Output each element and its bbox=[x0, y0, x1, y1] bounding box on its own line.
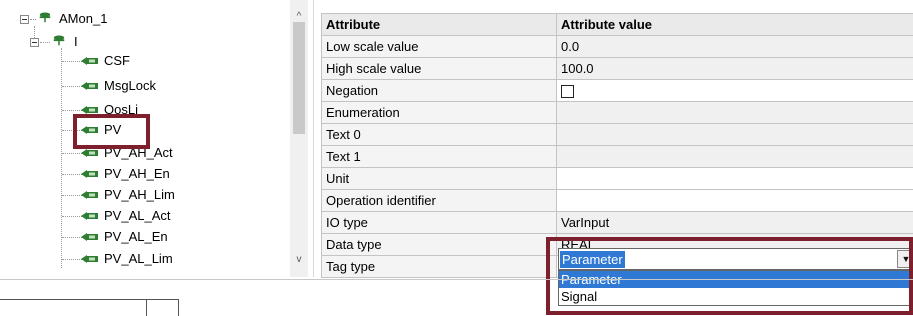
attribute-value-column-header[interactable]: Attribute value bbox=[557, 14, 913, 36]
tree-node-label: PV_AH_Act bbox=[104, 143, 173, 163]
attribute-value[interactable] bbox=[557, 190, 913, 212]
bottom-panel-stub bbox=[0, 299, 179, 315]
attribute-name: Text 0 bbox=[322, 124, 557, 146]
table-row[interactable]: Operation identifier bbox=[322, 190, 913, 212]
tree-node-pv-ah-en[interactable]: PV_AH_En bbox=[0, 164, 220, 184]
tree-node-label: PV_AL_Lim bbox=[104, 249, 173, 269]
tag-type-option-signal[interactable]: Signal bbox=[559, 288, 913, 305]
input-pin-icon bbox=[81, 80, 99, 92]
tree-pane: AMon_1 I CSF MsgLock bbox=[0, 0, 314, 277]
input-pin-icon bbox=[81, 189, 99, 201]
attribute-name: Unit bbox=[322, 168, 557, 190]
tree-node-label: PV_AL_Act bbox=[104, 206, 171, 226]
attribute-value[interactable] bbox=[557, 124, 913, 146]
tree-node-label: PV_AH_Lim bbox=[104, 185, 175, 205]
attribute-name: Data type bbox=[322, 234, 557, 256]
table-row[interactable]: Negation bbox=[322, 80, 913, 102]
tree-guide-line bbox=[62, 259, 82, 260]
column-divider bbox=[178, 300, 179, 316]
tree-guide-line bbox=[62, 130, 82, 131]
attribute-value[interactable]: 0.0 bbox=[557, 36, 913, 58]
attribute-column-header[interactable]: Attribute bbox=[322, 14, 557, 36]
tree-node-label: CSF bbox=[104, 51, 130, 71]
attribute-name: IO type bbox=[322, 212, 557, 234]
pane-divider bbox=[0, 279, 913, 280]
table-row[interactable]: Enumeration bbox=[322, 102, 913, 124]
tree-node-label: PV bbox=[104, 120, 121, 140]
negation-value[interactable] bbox=[557, 80, 913, 102]
tree-scrollbar[interactable]: ^ v bbox=[290, 0, 308, 277]
tree-node-csf[interactable]: CSF bbox=[0, 51, 220, 71]
tree-guide-line bbox=[62, 174, 82, 175]
attribute-name: Text 1 bbox=[322, 146, 557, 168]
tree-node-pv-ah-lim[interactable]: PV_AH_Lim bbox=[0, 185, 220, 205]
tree-node-pv-ah-act[interactable]: PV_AH_Act bbox=[0, 143, 220, 163]
attribute-name: Operation identifier bbox=[322, 190, 557, 212]
attribute-name: Enumeration bbox=[322, 102, 557, 124]
table-row[interactable]: IO type VarInput bbox=[322, 212, 913, 234]
tree-node-pv-al-en[interactable]: PV_AL_En bbox=[0, 227, 220, 247]
tree-guide-line bbox=[62, 195, 82, 196]
input-pin-icon bbox=[81, 210, 99, 222]
tree-guide-line bbox=[62, 237, 82, 238]
attribute-value[interactable] bbox=[557, 102, 913, 124]
input-pin-icon bbox=[81, 253, 99, 265]
tree-node-label: MsgLock bbox=[104, 76, 156, 96]
column-divider bbox=[146, 300, 147, 316]
attribute-value[interactable] bbox=[557, 168, 913, 190]
block-icon bbox=[36, 11, 54, 23]
tag-type-selected-value: Parameter bbox=[560, 251, 625, 268]
table-row[interactable]: High scale value 100.0 bbox=[322, 58, 913, 80]
tree-node-label: PV_AH_En bbox=[104, 164, 170, 184]
tree-node-i[interactable]: I bbox=[0, 32, 220, 52]
attribute-value[interactable]: 100.0 bbox=[557, 58, 913, 80]
input-pin-icon bbox=[81, 168, 99, 180]
attribute-name: Negation bbox=[322, 80, 557, 102]
scroll-down-icon[interactable]: v bbox=[290, 251, 308, 269]
tree-guide-line bbox=[62, 86, 82, 87]
grid-header-row: Attribute Attribute value bbox=[322, 14, 913, 36]
tree-node-label: AMon_1 bbox=[59, 9, 107, 29]
tag-type-select[interactable]: Parameter ▼ bbox=[558, 248, 913, 270]
tree-node-label: OosLi bbox=[104, 100, 138, 114]
tree-guide-line bbox=[62, 216, 82, 217]
tree-guide-line bbox=[40, 42, 50, 43]
tree-node-msglock[interactable]: MsgLock bbox=[0, 76, 220, 96]
chevron-down-icon[interactable]: ▼ bbox=[897, 250, 913, 268]
attribute-value[interactable] bbox=[557, 146, 913, 168]
table-row[interactable]: Text 0 bbox=[322, 124, 913, 146]
input-pin-icon bbox=[81, 231, 99, 243]
collapse-icon[interactable] bbox=[20, 15, 29, 24]
attribute-value[interactable]: VarInput bbox=[557, 212, 913, 234]
attribute-grid: Attribute Attribute value Low scale valu… bbox=[321, 13, 913, 278]
tree-guide-line bbox=[62, 110, 82, 111]
tree-node-label: PV_AL_En bbox=[104, 227, 168, 247]
tree-node-pv[interactable]: PV bbox=[0, 120, 220, 140]
collapse-icon[interactable] bbox=[30, 38, 39, 47]
attribute-name: Low scale value bbox=[322, 36, 557, 58]
scroll-thumb[interactable] bbox=[293, 22, 305, 134]
input-pin-icon bbox=[81, 104, 99, 114]
tree-node-amon1[interactable]: AMon_1 bbox=[0, 9, 220, 29]
table-row[interactable]: Low scale value 0.0 bbox=[322, 36, 913, 58]
negation-checkbox[interactable] bbox=[561, 85, 574, 98]
input-pin-icon bbox=[81, 147, 99, 159]
tree-node-pv-al-lim[interactable]: PV_AL_Lim bbox=[0, 249, 220, 269]
input-pin-icon bbox=[81, 124, 99, 136]
tree-guide-line bbox=[62, 153, 82, 154]
input-pin-icon bbox=[81, 55, 99, 67]
tree-node-oosli[interactable]: OosLi bbox=[0, 100, 220, 114]
attribute-name: Tag type bbox=[322, 256, 557, 278]
block-icon bbox=[50, 34, 68, 46]
attribute-name: High scale value bbox=[322, 58, 557, 80]
tag-type-options: Parameter Signal bbox=[558, 270, 913, 306]
tree-node-label: I bbox=[74, 32, 78, 52]
table-row[interactable]: Unit bbox=[322, 168, 913, 190]
table-row[interactable]: Text 1 bbox=[322, 146, 913, 168]
tree-node-pv-al-act[interactable]: PV_AL_Act bbox=[0, 206, 220, 226]
tree-guide-line bbox=[62, 61, 82, 62]
